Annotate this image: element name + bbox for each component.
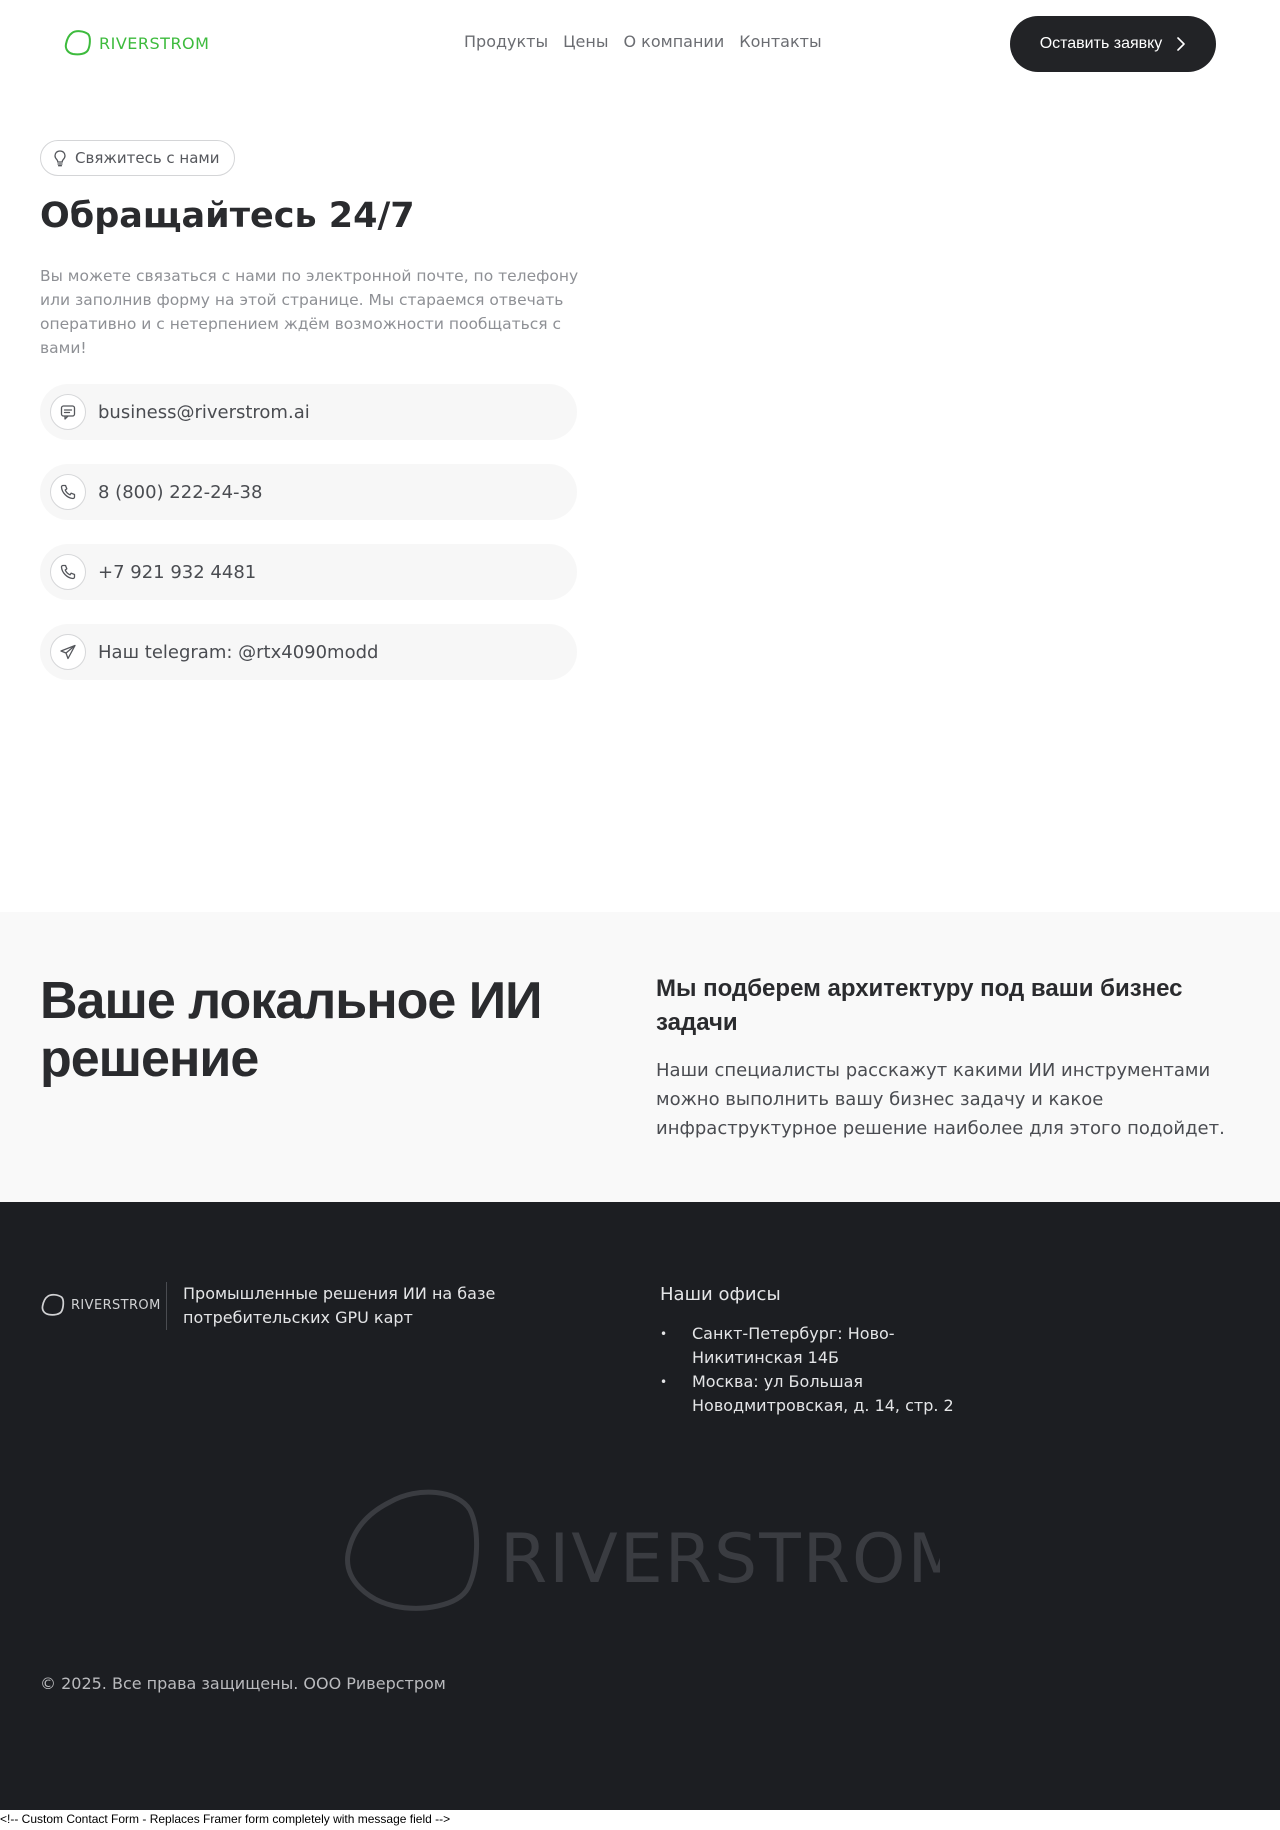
- copyright-text: © 2025. Все права защищены. ООО Риверстр…: [40, 1674, 446, 1693]
- riverstrom-logo-icon: [64, 30, 91, 56]
- watermark-wordmark: RIVERSTROM: [500, 1520, 940, 1599]
- leave-request-button[interactable]: Оставить заявку: [1010, 16, 1216, 72]
- office-spb: Санкт-Петербург: Ново-Никитинская 14Б: [660, 1322, 960, 1370]
- logo-wordmark: RIVERSTROM: [99, 33, 210, 53]
- nav-about[interactable]: О компании: [623, 32, 724, 51]
- footer-logo[interactable]: RIVERSTROM: [40, 1292, 161, 1318]
- lightbulb-icon: [54, 150, 66, 167]
- footer-watermark-logo: RIVERSTROM: [345, 1489, 940, 1611]
- footer-logo-wordmark: RIVERSTROM: [71, 1297, 161, 1313]
- phone-icon: [50, 554, 86, 590]
- page-title: Обращайтесь 24/7: [40, 196, 415, 236]
- contact-phone-mobile[interactable]: +7 921 932 4481: [40, 544, 577, 600]
- nav-prices[interactable]: Цены: [563, 32, 608, 51]
- phone-icon: [50, 474, 86, 510]
- raw-html-comment-text: <!-- Custom Contact Form - Replaces Fram…: [0, 1812, 451, 1826]
- telegram-icon: [50, 634, 86, 670]
- footer-tagline: Промышленные решения ИИ на базе потребит…: [183, 1284, 496, 1327]
- riverstrom-logo-icon: [41, 1293, 65, 1316]
- contact-telegram-text: Наш telegram: @rtx4090modd: [98, 641, 379, 663]
- contact-phone-mobile-text: +7 921 932 4481: [98, 561, 257, 583]
- promo-subtitle: Мы подберем архитектуру под ваши бизнес …: [656, 975, 1183, 1036]
- contact-us-badge: Свяжитесь с нами: [40, 140, 235, 176]
- contact-us-badge-label: Свяжитесь с нами: [75, 149, 220, 167]
- contact-email-text: business@riverstrom.ai: [98, 401, 310, 423]
- cta-label: Оставить заявку: [1039, 35, 1163, 52]
- main-nav: Продукты Цены О компании Контакты: [464, 32, 822, 51]
- contact-description: Вы можете связаться с нами по электронно…: [40, 267, 579, 357]
- contact-phone-hotline-text: 8 (800) 222-24-38: [98, 481, 263, 503]
- chevron-right-icon: [1177, 37, 1186, 51]
- nav-contacts[interactable]: Контакты: [739, 32, 821, 51]
- office-moscow: Москва: ул Большая Новодмитровская, д. 1…: [660, 1370, 960, 1418]
- site-footer: RIVERSTROM Промышленные решения ИИ на ба…: [0, 1202, 1280, 1810]
- promo-section: Ваше локальное ИИ решение Мы подберем ар…: [0, 912, 1280, 1202]
- contact-telegram[interactable]: Наш telegram: @rtx4090modd: [40, 624, 577, 680]
- footer-divider: [166, 1282, 167, 1330]
- promo-text: Наши специалисты расскажут какими ИИ инс…: [656, 1060, 1225, 1139]
- nav-products[interactable]: Продукты: [464, 32, 548, 51]
- offices-list: Санкт-Петербург: Ново-Никитинская 14Б Мо…: [660, 1322, 960, 1418]
- contact-email[interactable]: business@riverstrom.ai: [40, 384, 577, 440]
- header-logo[interactable]: RIVERSTROM: [63, 28, 209, 58]
- offices-title: Наши офисы: [660, 1284, 781, 1305]
- site-header: RIVERSTROM Продукты Цены О компании Конт…: [0, 0, 1280, 88]
- message-icon: [50, 394, 86, 430]
- contact-phone-hotline[interactable]: 8 (800) 222-24-38: [40, 464, 577, 520]
- promo-title: Ваше локальное ИИ решение: [40, 972, 543, 1088]
